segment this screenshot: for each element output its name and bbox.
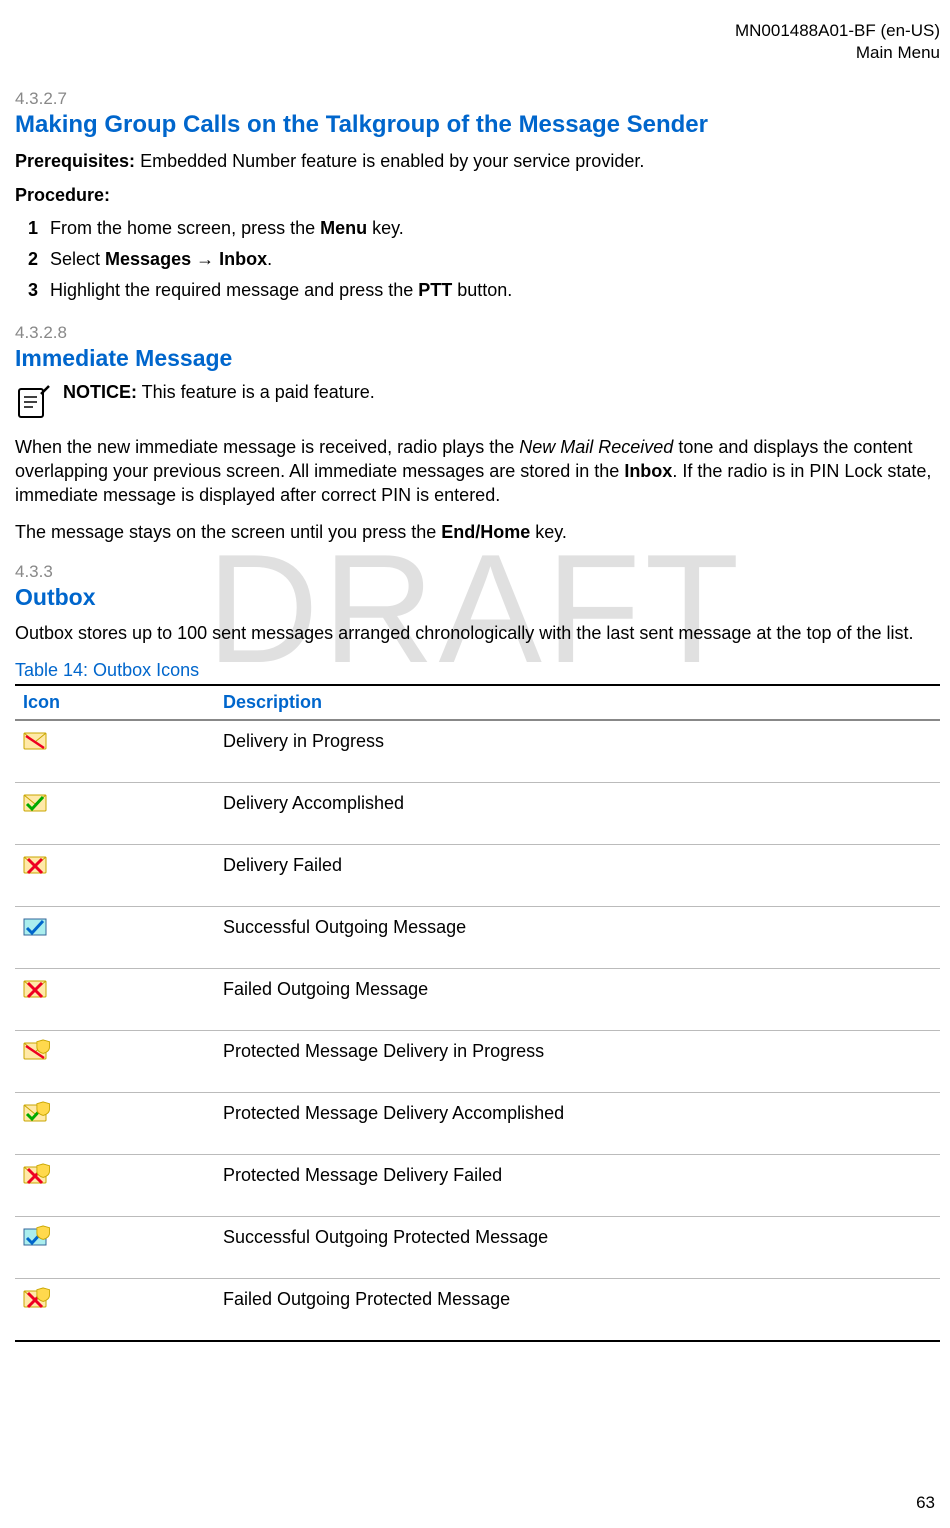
procedure-step: 2Select Messages → Inbox. <box>50 245 940 274</box>
step-number: 1 <box>28 214 50 243</box>
procedure-list: 1From the home screen, press the Menu ke… <box>15 214 940 304</box>
table-cell-description: Delivery Failed <box>215 845 940 907</box>
protected-accomplished-icon <box>15 1093 215 1155</box>
notice-label: NOTICE: <box>63 382 137 402</box>
prereq-label: Prerequisites: <box>15 151 135 171</box>
prereq-text: Embedded Number feature is enabled by yo… <box>135 151 644 171</box>
failed-outgoing-icon <box>15 969 215 1031</box>
table-cell-description: Failed Outgoing Message <box>215 969 940 1031</box>
outbox-icons-table: Icon Description Delivery in ProgressDel… <box>15 684 940 1342</box>
table-cell-description: Protected Message Delivery Failed <box>215 1155 940 1217</box>
step-text-bold: Messages → Inbox <box>105 249 267 269</box>
table-row: Successful Outgoing Message <box>15 907 940 969</box>
step-text-post: . <box>267 249 272 269</box>
step-text-post: key. <box>367 218 404 238</box>
table-row: Protected Message Delivery Failed <box>15 1155 940 1217</box>
para-bold: End/Home <box>441 522 530 542</box>
table-header-icon: Icon <box>15 685 215 720</box>
table-cell-description: Protected Message Delivery Accomplished <box>215 1093 940 1155</box>
table-row: Failed Outgoing Protected Message <box>15 1279 940 1342</box>
table-row: Delivery in Progress <box>15 720 940 783</box>
prerequisites: Prerequisites: Embedded Number feature i… <box>15 149 940 173</box>
procedure-step: 1From the home screen, press the Menu ke… <box>50 214 940 243</box>
section-title-4328: Immediate Message <box>15 345 940 372</box>
step-number: 3 <box>28 276 50 305</box>
table-row: Protected Message Delivery in Progress <box>15 1031 940 1093</box>
table-cell-description: Failed Outgoing Protected Message <box>215 1279 940 1342</box>
outbox-para: Outbox stores up to 100 sent messages ar… <box>15 621 940 645</box>
step-text-pre: Highlight the required message and press… <box>50 280 418 300</box>
table-caption: Table 14: Outbox Icons <box>15 660 940 681</box>
para-bold: Inbox <box>624 461 672 481</box>
table-row: Failed Outgoing Message <box>15 969 940 1031</box>
table-cell-description: Successful Outgoing Message <box>215 907 940 969</box>
section-title-4327: Making Group Calls on the Talkgroup of t… <box>15 111 940 139</box>
table-header-description: Description <box>215 685 940 720</box>
section-title-433: Outbox <box>15 584 940 611</box>
step-number: 2 <box>28 245 50 274</box>
section-number-4327: 4.3.2.7 <box>15 89 940 109</box>
table-row: Protected Message Delivery Accomplished <box>15 1093 940 1155</box>
step-text-bold: Menu <box>320 218 367 238</box>
table-row: Delivery Accomplished <box>15 783 940 845</box>
table-row: Successful Outgoing Protected Message <box>15 1217 940 1279</box>
table-cell-description: Successful Outgoing Protected Message <box>215 1217 940 1279</box>
doc-id: MN001488A01-BF (en-US) <box>15 20 940 42</box>
page-header: MN001488A01-BF (en-US) Main Menu <box>15 20 940 64</box>
protected-progress-icon <box>15 1031 215 1093</box>
delivery-failed-icon <box>15 845 215 907</box>
step-text-pre: Select <box>50 249 105 269</box>
page-number: 63 <box>916 1493 935 1513</box>
section-number-433: 4.3.3 <box>15 562 940 582</box>
table-cell-description: Protected Message Delivery in Progress <box>215 1031 940 1093</box>
step-text-post: button. <box>452 280 512 300</box>
immediate-msg-para1: When the new immediate message is receiv… <box>15 435 940 508</box>
notice-block: NOTICE: This feature is a paid feature. <box>15 382 940 420</box>
success-outgoing-protected-icon <box>15 1217 215 1279</box>
table-row: Delivery Failed <box>15 845 940 907</box>
para-fragment: key. <box>530 522 567 542</box>
para-fragment: The message stays on the screen until yo… <box>15 522 441 542</box>
table-cell-description: Delivery Accomplished <box>215 783 940 845</box>
table-cell-description: Delivery in Progress <box>215 720 940 783</box>
protected-failed-icon <box>15 1155 215 1217</box>
immediate-msg-para2: The message stays on the screen until yo… <box>15 520 940 544</box>
failed-outgoing-protected-icon <box>15 1279 215 1342</box>
step-text-bold: PTT <box>418 280 452 300</box>
delivery-accomplished-icon <box>15 783 215 845</box>
notice-icon <box>15 384 51 420</box>
para-fragment: When the new immediate message is receiv… <box>15 437 519 457</box>
procedure-step: 3Highlight the required message and pres… <box>50 276 940 305</box>
section-number-4328: 4.3.2.8 <box>15 323 940 343</box>
para-italic: New Mail Received <box>519 437 673 457</box>
step-text-pre: From the home screen, press the <box>50 218 320 238</box>
procedure-label: Procedure: <box>15 185 940 206</box>
success-outgoing-icon <box>15 907 215 969</box>
delivery-progress-icon <box>15 720 215 783</box>
notice-text: NOTICE: This feature is a paid feature. <box>63 382 375 403</box>
doc-section: Main Menu <box>15 42 940 64</box>
notice-body: This feature is a paid feature. <box>137 382 375 402</box>
